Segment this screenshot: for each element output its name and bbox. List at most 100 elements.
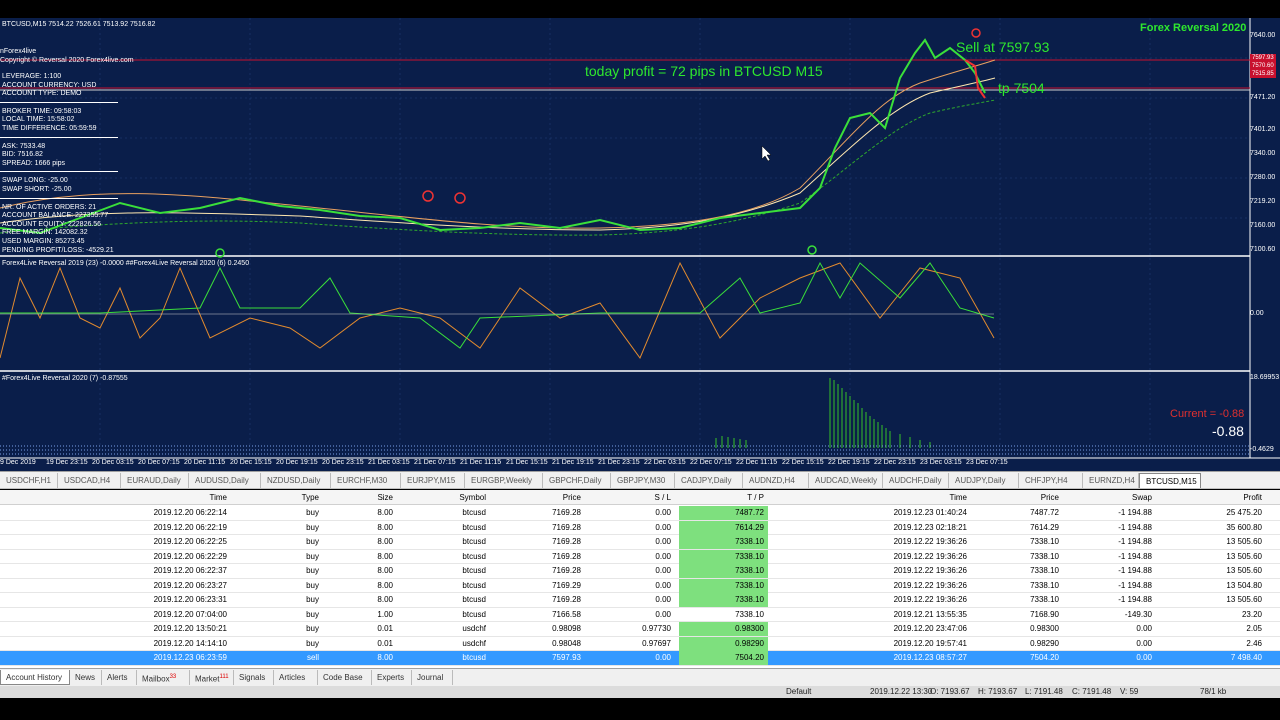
table-cell: buy [306,508,319,517]
table-row[interactable]: 2019.12.20 06:23:31 buy 8.00 btcusd 7169.28 0… [0,593,1280,608]
table-row[interactable]: 2019.12.20 07:04:00 buy 1.00 btcusd 7166.58 0… [0,608,1280,622]
table-row[interactable]: 2019.12.20 06:22:29 buy 8.00 btcusd 7169.28 0… [0,549,1280,564]
table-cell: 0.98290 [679,636,768,651]
column-header[interactable]: Swap [1067,491,1156,505]
column-header[interactable]: Symbol [401,491,490,505]
table-cell: -1 194.88 [1118,522,1152,532]
chart-tab[interactable]: AUDUSD,Daily [189,473,261,488]
table-cell: 7169.29 [552,580,581,590]
table-row[interactable]: 2019.12.23 06:23:59 sell 8.00 btcusd 7597.93… [0,651,1280,666]
table-cell: btcusd [462,595,486,604]
terminal-tab[interactable]: News [70,670,102,685]
table-cell: 7169.28 [552,522,581,532]
terminal-tab[interactable]: Journal [412,670,453,685]
table-row[interactable]: 2019.12.20 06:22:19 buy 8.00 btcusd 7169.28 0… [0,520,1280,535]
info-line: LOCAL TIME: 15:58:02 [2,116,75,124]
brand-label: nForex4live [0,48,37,55]
info-line: ACCOUNT EQUITY: 222826.56 [2,220,102,228]
column-header[interactable]: Time [30,491,231,505]
table-cell: 0.01 [377,638,393,648]
terminal-tab[interactable]: Articles [274,670,318,685]
table-row[interactable]: 2019.12.20 06:22:25 buy 8.00 btcusd 7169.28 0… [0,535,1280,550]
chart-tab[interactable]: USDCAD,H4 [58,473,121,488]
chart-tab[interactable]: GBPCHF,Daily [543,473,611,488]
terminal-tab-label: Mailbox [142,674,170,684]
chart-tab[interactable]: GBPJPY,M30 [611,473,675,488]
table-row[interactable]: 2019.12.20 06:23:27 buy 8.00 btcusd 7169.29 0… [0,578,1280,593]
price-label: 7597.93 [1250,54,1276,62]
chart-tab[interactable]: EURNZD,H4 [1083,473,1139,488]
terminal-tab[interactable]: Signals [234,670,274,685]
info-line: PENDING PROFIT/LOSS: -4529.21 [2,246,114,254]
column-header[interactable]: Profit [1160,491,1266,505]
table-cell: btcusd [462,566,486,575]
status-volume: V: 59 [1120,687,1139,696]
table-cell: btcusd [462,508,486,517]
table-cell: 0.00 [655,653,671,662]
price-label: 7515.85 [1250,70,1276,78]
chart-tab[interactable]: AUDJPY,Daily [949,473,1019,488]
table-cell: 7338.10 [679,549,768,564]
table-cell: 2019.12.21 13:55:35 [893,609,967,619]
chart-tab[interactable]: USDCHF,H1 [0,473,58,488]
table-cell: 8.00 [377,508,393,517]
indicator2-label: #Forex4Live Reversal 2020 (7) -0.87555 [2,375,128,382]
table-cell: btcusd [462,609,486,619]
table-cell: 2019.12.20 06:22:14 [153,508,227,517]
column-header[interactable]: Size [327,491,397,505]
table-cell: 7338.10 [679,535,768,549]
terminal-tab[interactable]: Account History [0,670,70,685]
terminal-tab[interactable]: Market111 [190,670,234,685]
chart-tab[interactable]: CHFJPY,H4 [1019,473,1083,488]
chart-tab[interactable]: EURCHF,M30 [331,473,401,488]
table-cell: -1 194.88 [1118,580,1152,590]
chart-tab[interactable]: EURGBP,Weekly [465,473,543,488]
info-line: FREE MARGIN: 142082.32 [2,229,88,237]
table-cell: 7487.72 [1030,508,1059,517]
table-cell: buy [306,595,319,604]
table-row[interactable]: 2019.12.20 13:50:21 buy 0.01 usdchf 0.98098 0… [0,622,1280,637]
info-separator [0,136,118,138]
table-cell: -1 194.88 [1118,595,1152,604]
table-cell: 8.00 [377,595,393,604]
table-cell: 8.00 [377,580,393,590]
table-row[interactable]: 2019.12.20 14:14:10 buy 0.01 usdchf 0.98048 0… [0,636,1280,651]
table-cell: 2019.12.23 02:18:21 [893,522,967,532]
info-line: ACCOUNT CURRENCY: USD [2,81,97,89]
column-header[interactable]: Type [235,491,323,505]
terminal-tab[interactable]: Mailbox33 [137,670,190,685]
chart-tabs-bar: USDCHF,H1 USDCAD,H4 EURAUD,Daily AUDUSD,Dai… [0,471,1280,489]
price-label: 7340.00 [1250,150,1276,157]
chart-tab[interactable]: BTCUSD,M15 [1139,473,1201,488]
price-chart[interactable]: BTCUSD,M15 7514.22 7526.61 7513.92 7516.… [0,18,1280,471]
time-label: 23 Dec 03:15 [920,459,962,466]
table-row[interactable]: 2019.12.20 06:22:14 buy 8.00 btcusd 7169.28 0… [0,506,1280,521]
current-value: -0.88 [1212,423,1244,439]
indicator-scale-label: 18.69953 [1250,374,1280,381]
column-header[interactable]: Time [772,491,971,505]
terminal-tab[interactable]: Alerts [102,670,137,685]
indicator-scale-label: -0.4629 [1250,446,1274,453]
account-history-table[interactable]: Time Type Size Symbol Price S / L T / P Time Pri… [0,490,1280,668]
terminal-tab[interactable]: Experts [372,670,412,685]
column-header[interactable]: Price [494,491,585,505]
chart-tab[interactable]: AUDCHF,Daily [883,473,949,488]
chart-tab[interactable]: EURJPY,M15 [401,473,465,488]
table-row[interactable]: 2019.12.20 06:22:37 buy 8.00 btcusd 7169.28 0… [0,564,1280,579]
column-header[interactable]: Price [975,491,1063,505]
chart-tab[interactable]: EURAUD,Daily [121,473,189,488]
terminal-tab[interactable]: Code Base [318,670,372,685]
chart-tab[interactable]: AUDNZD,H4 [743,473,809,488]
status-high: H: 7193.67 [978,687,1018,696]
table-cell: usdchf [462,624,486,633]
table-cell: 2019.12.23 08:57:27 [893,653,967,662]
terminal-tab-label: Code Base [323,673,363,682]
column-header[interactable]: S / L [589,491,675,505]
chart-tab[interactable]: CADJPY,Daily [675,473,743,488]
terminal-tab-label: News [75,673,96,682]
tab-badge: 111 [219,674,229,680]
chart-tab[interactable]: NZDUSD,Daily [261,473,331,488]
price-label: 7570.60 [1250,62,1276,70]
column-header[interactable]: T / P [679,491,768,505]
chart-tab[interactable]: AUDCAD,Weekly [809,473,883,488]
